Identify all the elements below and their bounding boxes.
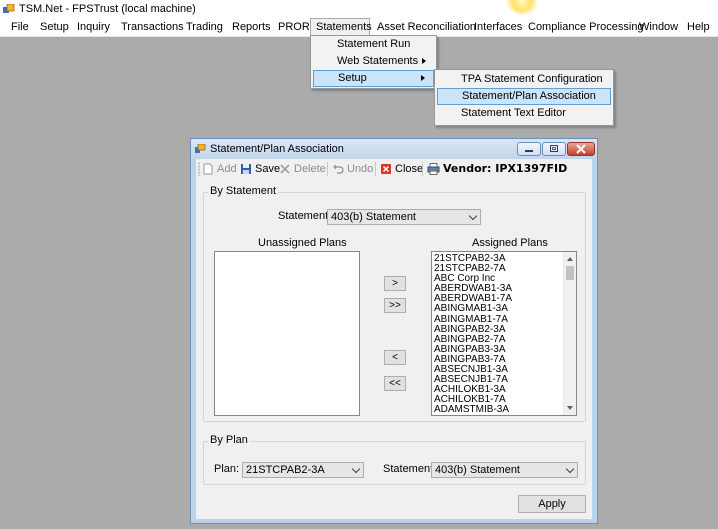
chevron-down-icon: [351, 464, 361, 474]
by-plan-group: By Plan Plan: 21STCPAB2-3A Statement: 40…: [203, 434, 586, 485]
menu-setup[interactable]: Setup: [40, 18, 69, 36]
setup-label: Setup: [338, 72, 367, 84]
menu-transactions[interactable]: Transactions: [121, 18, 184, 36]
statement-combo[interactable]: 403(b) Statement: [327, 209, 481, 225]
remove-all-button[interactable]: <<: [384, 376, 406, 391]
add-document-icon: [202, 163, 214, 175]
plan-combo-value: 21STCPAB2-3A: [246, 464, 325, 476]
by-plan-statement-value: 403(b) Statement: [435, 464, 520, 476]
by-plan-legend: By Plan: [208, 434, 250, 446]
dialog-toolbar: Add Save Delete Undo Close Vendor: IPX13…: [196, 159, 592, 179]
unassigned-plans-list[interactable]: [214, 251, 360, 416]
close-window-button[interactable]: [567, 142, 595, 156]
remove-one-button[interactable]: <: [384, 350, 406, 365]
menu-pror[interactable]: PROR: [278, 18, 310, 36]
scroll-up-arrow-icon[interactable]: [567, 257, 573, 261]
dialog-window-icon: [195, 143, 206, 154]
menu-help[interactable]: Help: [687, 18, 710, 36]
menu-inquiry[interactable]: Inquiry: [77, 18, 110, 36]
undo-arrow-icon: [332, 163, 344, 175]
apply-button[interactable]: Apply: [518, 495, 586, 513]
by-plan-statement-combo[interactable]: 403(b) Statement: [431, 462, 578, 478]
statement-label: Statement:: [278, 210, 332, 222]
chevron-down-icon: [565, 464, 575, 474]
menu-window[interactable]: Window: [639, 18, 678, 36]
statement-plan-association-dialog: Statement/Plan Association Add Save Dele…: [190, 138, 598, 524]
app-window-icon: [3, 3, 15, 15]
menu-item-web-statements[interactable]: Web Statements: [313, 53, 434, 70]
app-title-bar: TSM.Net - FPSTrust (local machine): [0, 0, 718, 18]
assign-all-button[interactable]: >>: [384, 298, 406, 313]
undo-button[interactable]: Undo: [332, 161, 373, 177]
close-red-x-icon: [380, 163, 392, 175]
chevron-down-icon: [468, 211, 478, 221]
submenu-arrow-icon: [421, 75, 425, 81]
menu-item-statement-text-editor[interactable]: Statement Text Editor: [437, 105, 611, 122]
vendor-label: Vendor: IPX1397FID: [443, 162, 568, 175]
web-statements-label: Web Statements: [337, 55, 419, 67]
vendor-printer-icon: [427, 163, 440, 175]
minimize-button[interactable]: [517, 142, 541, 156]
menu-trading[interactable]: Trading: [186, 18, 223, 36]
toolbar-grip[interactable]: [198, 162, 200, 176]
assign-one-button[interactable]: >: [384, 276, 406, 291]
delete-x-icon: [279, 163, 291, 175]
menu-compliance-processing[interactable]: Compliance Processing: [528, 18, 644, 36]
minimize-icon: [525, 150, 533, 152]
vendor-indicator: Vendor: IPX1397FID: [427, 161, 567, 177]
submenu-arrow-icon: [422, 58, 426, 64]
assigned-plans-list[interactable]: 21STCPAB2-3A 21STCPAB2-7A ABC Corp Inc ABER…: [431, 251, 577, 416]
close-button[interactable]: Close: [380, 161, 423, 177]
plan-label: Plan:: [214, 463, 240, 475]
menu-interfaces[interactable]: Interfaces: [474, 18, 522, 36]
by-statement-group: By Statement Statement: 403(b) Statement…: [203, 185, 586, 422]
delete-label: Delete: [294, 163, 326, 175]
maximize-button[interactable]: [542, 142, 566, 156]
dialog-title: Statement/Plan Association: [210, 143, 344, 155]
save-disk-icon: [240, 163, 252, 175]
add-label: Add: [217, 163, 237, 175]
dialog-body: Add Save Delete Undo Close Vendor: IPX13…: [196, 159, 592, 519]
by-statement-legend: By Statement: [208, 185, 279, 197]
unassigned-plans-header: Unassigned Plans: [258, 237, 347, 249]
by-plan-statement-label: Statement:: [383, 463, 437, 475]
menu-asset-reconciliation[interactable]: Asset Reconciliation: [377, 18, 476, 36]
close-icon: [576, 144, 586, 154]
assigned-plans-scrollbar[interactable]: [563, 252, 576, 415]
close-label: Close: [395, 163, 424, 175]
toolbar-separator: [327, 162, 328, 176]
restore-icon: [550, 145, 558, 152]
statement-combo-value: 403(b) Statement: [331, 211, 416, 223]
menu-reports[interactable]: Reports: [232, 18, 271, 36]
menu-item-statement-plan-association[interactable]: Statement/Plan Association: [437, 88, 611, 105]
add-button[interactable]: Add: [202, 161, 237, 177]
plan-combo[interactable]: 21STCPAB2-3A: [242, 462, 364, 478]
delete-button[interactable]: Delete: [279, 161, 326, 177]
dialog-title-bar[interactable]: Statement/Plan Association: [191, 139, 597, 159]
undo-label: Undo: [347, 163, 374, 175]
toolbar-separator: [422, 162, 423, 176]
setup-submenu: TPA Statement Configuration Statement/Pl…: [434, 69, 614, 126]
menu-statements[interactable]: Statements: [310, 18, 372, 36]
menu-item-setup[interactable]: Setup: [313, 70, 434, 87]
save-label: Save: [255, 163, 281, 175]
scroll-down-arrow-icon[interactable]: [567, 406, 573, 410]
list-item[interactable]: ADAMSTMIB-3A: [432, 405, 576, 415]
menu-file[interactable]: File: [11, 18, 29, 36]
statements-dropdown-menu: Statement Run Web Statements Setup: [310, 35, 437, 89]
menu-item-statement-run[interactable]: Statement Run: [313, 36, 434, 53]
scrollbar-thumb[interactable]: [566, 266, 574, 280]
toolbar-separator: [375, 162, 376, 176]
menu-item-tpa-statement-configuration[interactable]: TPA Statement Configuration: [437, 71, 611, 88]
save-button[interactable]: Save: [240, 161, 280, 177]
app-title: TSM.Net - FPSTrust (local machine): [19, 3, 196, 15]
assigned-plans-header: Assigned Plans: [472, 237, 548, 249]
